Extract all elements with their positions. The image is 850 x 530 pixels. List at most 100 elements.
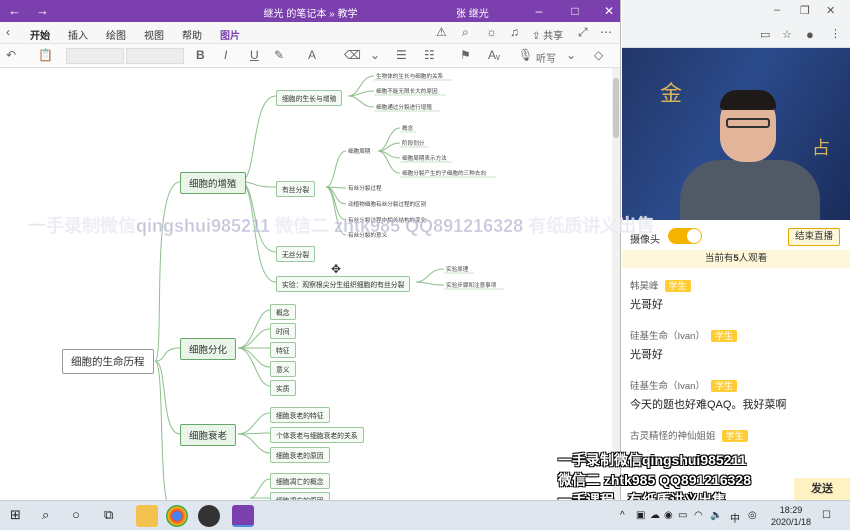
leaf-cycle-2[interactable]: 细胞周期表示方法 <box>402 154 447 162</box>
app-tray-icon[interactable]: ◉ <box>664 510 673 521</box>
bookmark-star-icon[interactable]: ☆ <box>782 28 792 41</box>
node-growth[interactable]: 细胞的生长与增殖 <box>276 90 343 106</box>
node-cell-proliferation[interactable]: 细胞的增殖 <box>180 172 246 194</box>
chrome-menu-icon[interactable]: ⋮ <box>830 27 841 40</box>
node-aging-0[interactable]: 细胞衰老的特征 <box>270 407 330 423</box>
node-amitosis[interactable]: 无丝分裂 <box>276 246 316 262</box>
node-aging-2[interactable]: 细胞衰老的原因 <box>270 447 330 463</box>
microphone-icon[interactable]: 🎙 <box>518 48 533 62</box>
task-view-icon[interactable]: ⧉ <box>104 507 113 523</box>
node-mitosis[interactable]: 有丝分裂 <box>276 181 316 197</box>
dictate-dropdown-icon[interactable]: ⌄ <box>566 48 576 62</box>
search-icon[interactable]: ⌕ <box>462 25 469 40</box>
network-icon[interactable]: ▣ <box>636 510 645 521</box>
node-experiment[interactable]: 实验：观察根尖分生组织细胞的有丝分裂 <box>276 276 411 292</box>
bullets-icon[interactable]: ☰ <box>396 48 407 62</box>
leaf-growth-0[interactable]: 生物体的生长与细胞的关系 <box>376 72 443 80</box>
back-chevron-icon[interactable]: ‹ <box>6 25 10 39</box>
node-aging-1[interactable]: 个体衰老与细胞衰老的关系 <box>270 427 364 443</box>
battery-icon[interactable]: ▭ <box>678 510 687 521</box>
user-name[interactable]: 张 继光 <box>456 5 489 20</box>
obs-icon[interactable] <box>198 505 220 527</box>
node-death-1[interactable]: 细胞凋亡的原因 <box>270 492 330 500</box>
tab-insert[interactable]: 插入 <box>68 27 88 42</box>
font-color-icon[interactable]: A <box>308 48 316 62</box>
leaf-cycle-1[interactable]: 阶段划分 <box>402 139 424 147</box>
node-death-0[interactable]: 细胞凋亡的概念 <box>270 473 330 489</box>
more-icon[interactable]: ⋯ <box>600 25 612 39</box>
leaf-experiment-1[interactable]: 实验步骤和注意事项 <box>446 281 496 289</box>
lightbulb-icon[interactable]: ☼ <box>486 25 497 39</box>
send-button[interactable]: 发送 <box>794 478 850 500</box>
node-diff-4[interactable]: 实质 <box>270 380 296 396</box>
expand-icon[interactable]: ⤢ <box>578 25 588 40</box>
restore-icon[interactable]: ❐ <box>800 4 810 17</box>
leaf-growth-2[interactable]: 细胞通过分裂进行增殖 <box>376 103 432 111</box>
minimize-icon[interactable]: – <box>774 4 780 16</box>
styles-icon[interactable]: Aᵥ <box>488 48 500 62</box>
node-diff-0[interactable]: 概念 <box>270 304 296 320</box>
minimize-icon[interactable]: – <box>530 2 548 20</box>
onenote-taskbar-icon[interactable] <box>232 505 254 527</box>
node-cell-aging[interactable]: 细胞衰老 <box>180 424 237 446</box>
profile-avatar-icon[interactable]: ● <box>806 27 814 42</box>
cortana-circle-icon[interactable]: ○ <box>72 507 80 522</box>
file-explorer-icon[interactable] <box>136 505 158 527</box>
tray-chevron-icon[interactable]: ^ <box>620 510 625 521</box>
tag-label-icon[interactable]: ◇ <box>594 48 603 62</box>
onedrive-icon[interactable]: ☁ <box>650 510 660 521</box>
italic-icon[interactable]: I <box>224 48 227 62</box>
vertical-scrollbar[interactable] <box>612 68 620 500</box>
leaf-cycle-3[interactable]: 细胞分裂产生的子细胞的三种去向 <box>402 169 486 177</box>
leaf-experiment-0[interactable]: 实验原理 <box>446 265 468 273</box>
dropdown-icon[interactable]: ⌄ <box>370 48 380 62</box>
cast-icon[interactable]: ▭ <box>760 28 770 41</box>
maximize-icon[interactable]: □ <box>566 2 584 20</box>
notifications-icon[interactable]: ☐ <box>822 510 831 521</box>
highlight-icon[interactable]: ✎ <box>274 48 284 62</box>
node-diff-2[interactable]: 特征 <box>270 342 296 358</box>
chat-text: 光哥好 <box>630 349 663 361</box>
windows-taskbar: ⊞ ⌕ ○ ⧉ ^ ▣ ☁ ◉ ▭ ◠ 🔈 中 ◎ 18:29 2020/1/1… <box>0 500 850 530</box>
tab-view[interactable]: 视图 <box>144 27 164 42</box>
node-diff-1[interactable]: 时间 <box>270 323 296 339</box>
notification-bell-icon[interactable]: ♫ <box>510 25 519 39</box>
wifi-icon[interactable]: ◠ <box>694 510 703 521</box>
tag-icon[interactable]: ⚑ <box>460 48 471 62</box>
volume-icon[interactable]: 🔈 <box>710 510 722 521</box>
ime-status-icon[interactable]: ◎ <box>748 510 757 521</box>
start-windows-icon[interactable]: ⊞ <box>10 507 21 523</box>
clipboard-icon[interactable]: 📋 <box>38 48 53 62</box>
system-clock[interactable]: 18:29 2020/1/18 <box>768 504 814 528</box>
bold-icon[interactable]: B <box>196 48 205 62</box>
leaf-cycle-0[interactable]: 概念 <box>402 124 413 132</box>
chat-user-name: 硅基生命（Ivan） <box>630 331 705 342</box>
tab-help[interactable]: 帮助 <box>182 27 202 42</box>
tab-picture[interactable]: 图片 <box>220 27 240 42</box>
numbering-icon[interactable]: ☷ <box>424 48 435 62</box>
chrome-icon[interactable] <box>166 505 188 527</box>
leaf-growth-1[interactable]: 细胞不能无限长大的原因 <box>376 87 438 95</box>
tab-draw[interactable]: 绘图 <box>106 27 126 42</box>
close-icon[interactable]: ✕ <box>826 4 835 17</box>
node-diff-3[interactable]: 意义 <box>270 361 296 377</box>
undo-icon[interactable]: ↶ <box>6 48 16 62</box>
search-icon[interactable]: ⌕ <box>42 507 49 523</box>
node-cell-cycle[interactable]: 细胞周期 <box>348 147 370 155</box>
scrollbar-thumb[interactable] <box>613 78 619 138</box>
close-icon[interactable]: ✕ <box>600 2 618 20</box>
font-size-box[interactable] <box>126 48 184 64</box>
font-name-box[interactable] <box>66 48 124 64</box>
node-cell-differentiation[interactable]: 细胞分化 <box>180 338 237 360</box>
share-button[interactable]: ⇪ 共享 <box>532 27 563 42</box>
input-method-label[interactable]: 中 <box>730 510 740 525</box>
tab-home[interactable]: 开始 <box>30 27 50 47</box>
dictate-button[interactable]: 听写 <box>536 50 556 65</box>
clock-date: 2020/1/18 <box>770 517 812 527</box>
underline-icon[interactable]: U <box>250 48 259 62</box>
leaf-mitosis-0[interactable]: 有丝分裂过程 <box>348 184 382 192</box>
leaf-mitosis-1[interactable]: 动植物细胞有丝分裂过程的区别 <box>348 200 426 208</box>
eraser-icon[interactable]: ⌫ <box>344 48 361 62</box>
mind-map-root[interactable]: 细胞的生命历程 <box>62 349 154 374</box>
tell-me-icon[interactable]: ⚠ <box>436 25 447 39</box>
